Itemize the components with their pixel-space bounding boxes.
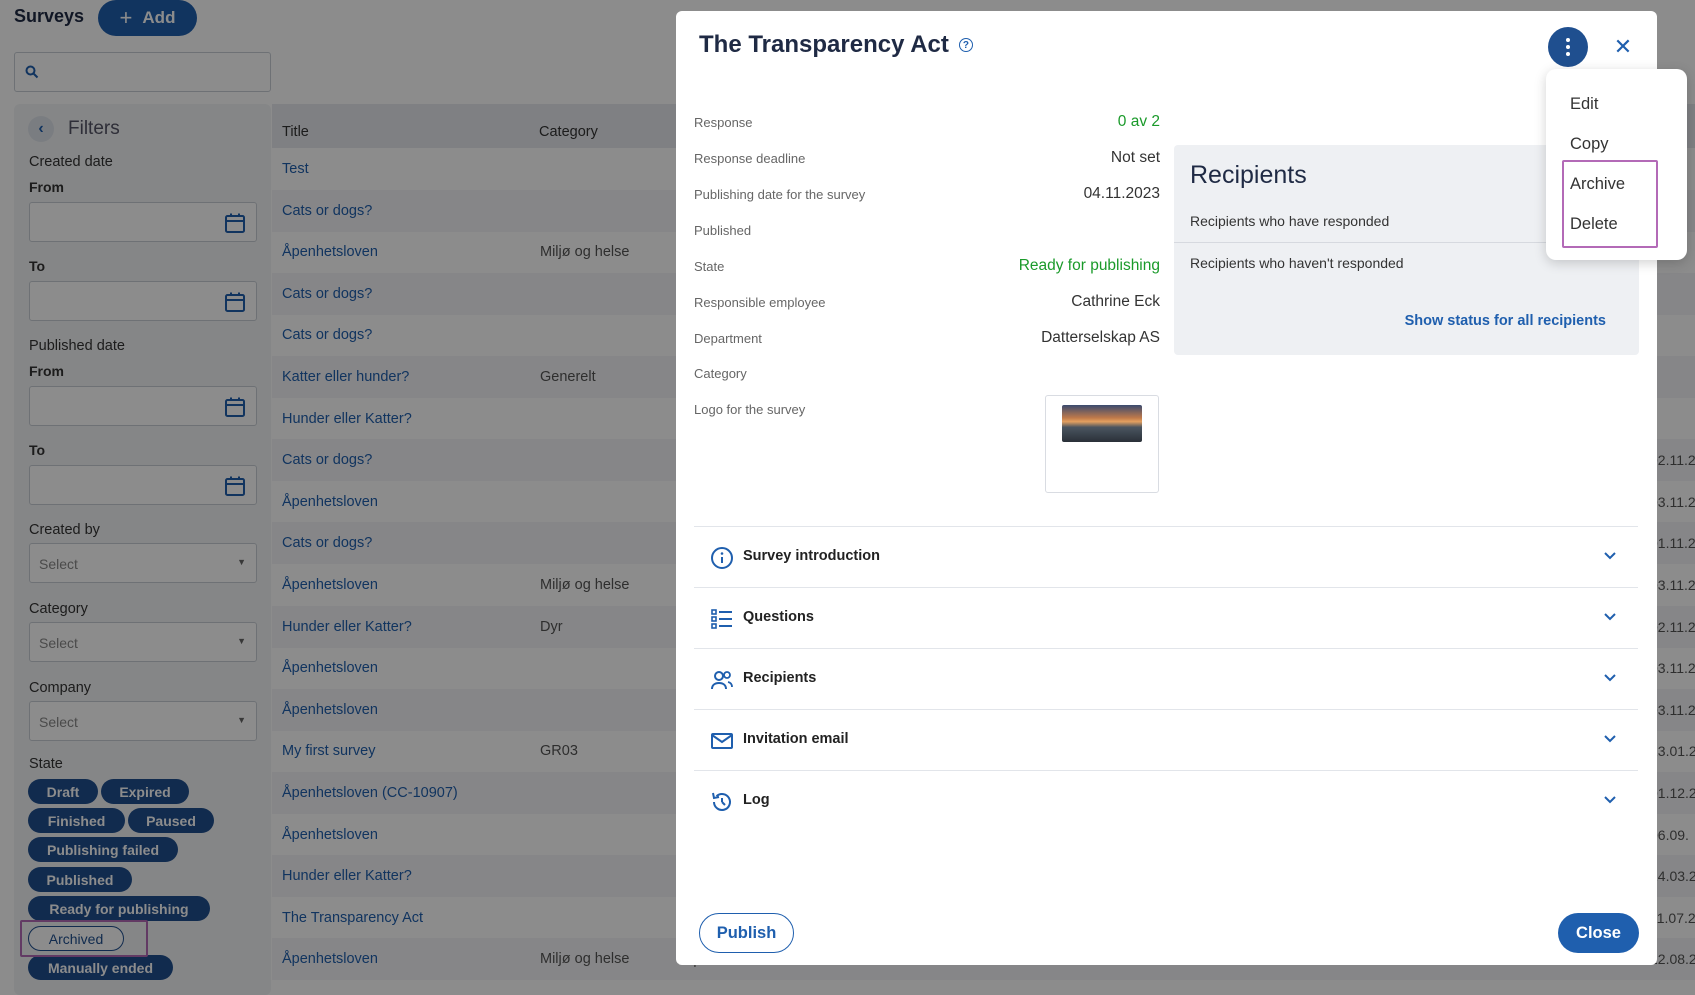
info-label: Logo for the survey [694, 402, 806, 417]
recipients-title: Recipients [1190, 161, 1307, 189]
chevron-down-icon[interactable] [1602, 547, 1618, 563]
logo-image [1062, 405, 1142, 442]
info-icon [711, 547, 733, 569]
more-options-menu: Edit Copy Archive Delete [1546, 69, 1687, 260]
recipients-responded: Recipients who have responded [1190, 213, 1390, 229]
survey-logo [1045, 395, 1159, 493]
more-options-button[interactable] [1548, 27, 1588, 67]
chevron-down-icon[interactable] [1602, 791, 1618, 807]
kebab-dot [1566, 45, 1570, 49]
accordion-survey-introduction[interactable]: Survey introduction [694, 526, 1638, 587]
accordion-questions[interactable]: Questions [694, 587, 1638, 648]
info-label: Department [694, 331, 762, 346]
chevron-down-icon[interactable] [1602, 608, 1618, 624]
recipients-not-responded: Recipients who haven't responded [1190, 255, 1404, 271]
info-label: Responsible employee [694, 295, 826, 310]
info-value: Not set [1110, 149, 1160, 166]
accordion-label: Questions [743, 609, 814, 625]
close-icon[interactable]: ✕ [1611, 35, 1635, 59]
accordion-label: Recipients [743, 670, 817, 686]
modal-title-text: The Transparency Act [699, 31, 949, 58]
info-value: Datterselskap AS [1041, 329, 1160, 346]
info-label: Response [694, 115, 753, 130]
accordion-invitation-email[interactable]: Invitation email [694, 709, 1638, 770]
accordion-log[interactable]: Log [694, 770, 1638, 831]
publish-button[interactable]: Publish [699, 913, 794, 953]
info-label: State [694, 259, 725, 274]
help-icon[interactable]: ? [958, 38, 973, 52]
info-value: Ready for publishing [1018, 257, 1160, 274]
info-value: 0 av 2 [1117, 113, 1160, 130]
info-label: Category [694, 366, 747, 381]
chevron-down-icon[interactable] [1602, 730, 1618, 746]
accordion-recipients[interactable]: Recipients [694, 648, 1638, 709]
show-status-link[interactable]: Show status for all recipients [1405, 313, 1606, 329]
people-icon [711, 671, 733, 690]
chevron-down-icon[interactable] [1602, 669, 1618, 685]
survey-details-modal: The Transparency Act ? ✕ Response 0 av 2 R… [676, 11, 1657, 965]
kebab-dot [1566, 38, 1570, 42]
info-label: Response deadline [694, 151, 806, 166]
menu-item-copy[interactable]: Copy [1570, 135, 1609, 154]
archive-delete-highlight [1562, 160, 1658, 248]
accordion-label: Survey introduction [743, 548, 880, 564]
accordion-label: Log [743, 792, 770, 808]
menu-item-edit[interactable]: Edit [1570, 95, 1598, 114]
checklist-icon [711, 609, 732, 629]
mail-icon [711, 733, 733, 749]
modal-title: The Transparency Act ? [699, 31, 973, 59]
history-icon [712, 792, 731, 811]
info-label: Published [694, 223, 752, 238]
close-button[interactable]: Close [1558, 913, 1639, 953]
info-value: Cathrine Eck [1071, 293, 1160, 310]
accordion-label: Invitation email [743, 731, 849, 747]
info-label: Publishing date for the survey [694, 187, 866, 202]
kebab-dot [1566, 52, 1570, 56]
info-value: 04.11.2023 [1083, 185, 1160, 202]
